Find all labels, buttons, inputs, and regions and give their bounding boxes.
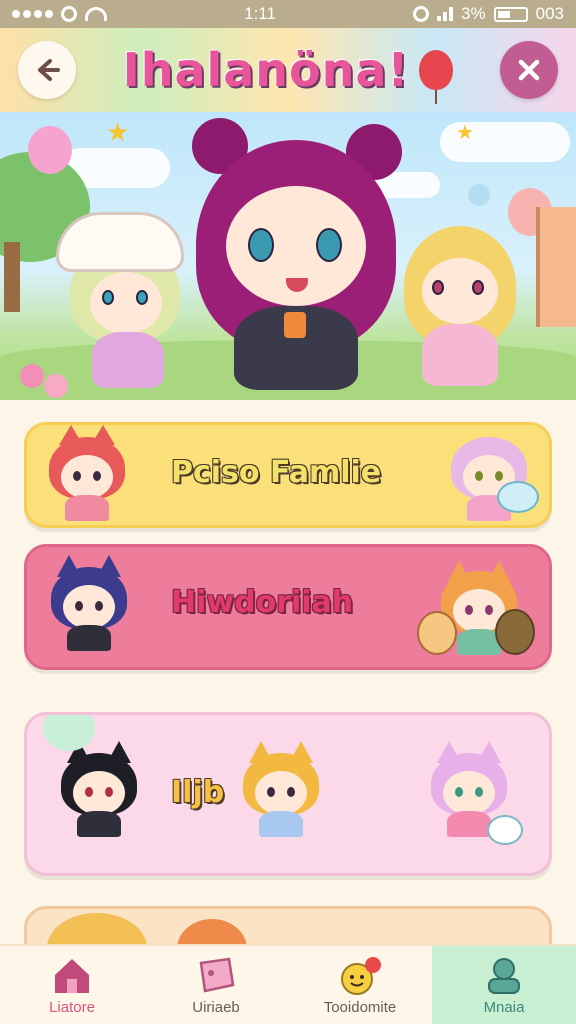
card-2-mascot-right <box>495 609 535 655</box>
nav-label-home: Liatore <box>49 998 95 1016</box>
blue-balloon <box>468 184 490 206</box>
back-button[interactable] <box>18 41 76 99</box>
close-button[interactable] <box>500 41 558 99</box>
card-2-character-left <box>43 555 135 651</box>
tree-trunk <box>4 242 20 312</box>
card-3-character-left <box>53 741 145 837</box>
status-extra: 003 <box>535 4 564 23</box>
house <box>536 207 576 327</box>
star-icon: ★ <box>106 118 130 148</box>
title-wrap: Ihalanöna! <box>122 43 454 104</box>
profile-icon <box>488 957 520 994</box>
card-1-mascot <box>497 481 539 513</box>
hero-illustration: ★ ★ <box>0 112 576 400</box>
wifi-icon <box>85 7 107 21</box>
battery-percent: 3% <box>461 4 486 23</box>
nav-label-media: Mnaia <box>483 998 525 1016</box>
category-card-1[interactable]: Pciso Famlie <box>24 422 552 528</box>
sync-icon <box>61 6 77 22</box>
pink-balloon <box>28 126 72 174</box>
signal-dots-icon <box>12 10 53 18</box>
arrow-left-icon <box>38 59 60 81</box>
app-header: Ihalanöna! <box>0 28 576 112</box>
category-card-2[interactable]: Hiwdoriiah <box>24 544 552 670</box>
status-left <box>12 6 107 22</box>
card-2-mascot-left <box>417 611 457 655</box>
status-bar: 1:11 3% 003 <box>0 0 576 28</box>
nav-label-tags: Uiriaeb <box>192 998 240 1016</box>
nav-item-media[interactable]: Mnaia <box>432 946 576 1024</box>
nav-item-tags[interactable]: Uiriaeb <box>144 946 288 1024</box>
bottom-navigation: Liatore Uiriaeb Tooidomite Mnaia <box>0 944 576 1024</box>
nav-label-characters: Tooidomite <box>323 998 397 1016</box>
character-right <box>398 220 522 396</box>
card-3-mascot <box>487 815 523 845</box>
character-center <box>178 116 414 400</box>
star-icon: ★ <box>456 120 474 144</box>
status-right: 3% 003 <box>413 4 564 24</box>
cell-signal-icon <box>437 7 454 21</box>
status-time: 1:11 <box>244 4 276 23</box>
tag-icon <box>199 957 235 993</box>
card-3-label: Iljb <box>171 775 225 810</box>
card-3-character-center <box>235 741 327 837</box>
card-1-label: Pciso Famlie <box>171 455 382 490</box>
balloon-icon <box>419 50 454 104</box>
category-card-3[interactable]: Iljb <box>24 712 552 876</box>
flower <box>20 364 44 388</box>
close-icon <box>518 59 540 81</box>
nav-item-home[interactable]: Liatore <box>0 946 144 1024</box>
card-2-label: Hiwdoriiah <box>171 585 354 620</box>
smiley-icon <box>341 956 381 995</box>
battery-icon <box>493 6 528 22</box>
nav-item-characters[interactable]: Tooidomite <box>288 946 432 1024</box>
character-left <box>50 202 190 392</box>
app-title: Ihalanöna! <box>122 43 410 97</box>
alarm-icon <box>413 6 430 22</box>
card-1-character-left <box>41 425 133 521</box>
house-icon <box>55 958 89 993</box>
